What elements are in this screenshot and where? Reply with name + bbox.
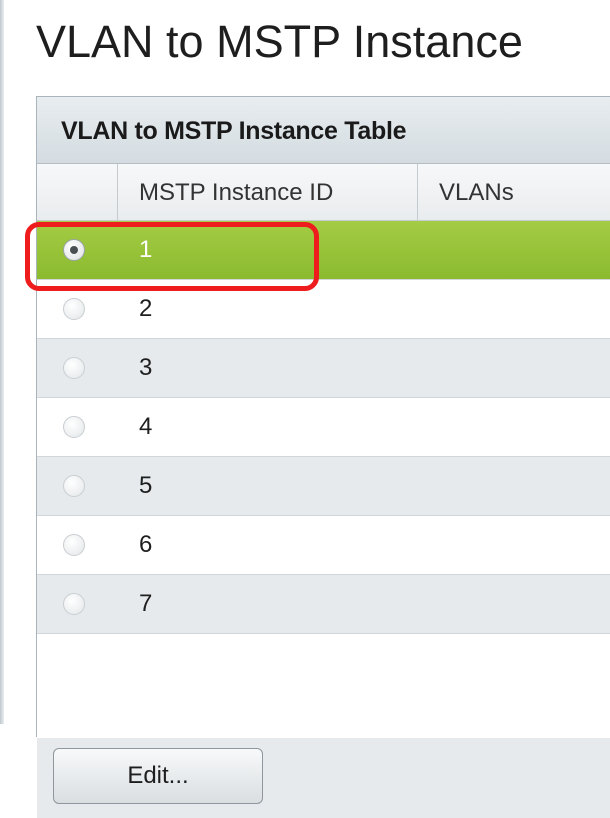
row-radio-button[interactable] bbox=[63, 239, 85, 261]
table-row[interactable]: 7 bbox=[37, 575, 610, 634]
table-row[interactable]: 2 bbox=[37, 280, 610, 339]
column-header-vlans: VLANs bbox=[439, 179, 514, 206]
column-separator bbox=[417, 164, 418, 220]
page-frame: VLAN to MSTP Instance VLAN to MSTP Insta… bbox=[0, 0, 610, 818]
vlan-mstp-table: VLAN to MSTP Instance Table MSTP Instanc… bbox=[36, 96, 610, 818]
table-body: 1 2 3 4 5 6 7 bbox=[37, 221, 610, 634]
row-instance-id: 3 bbox=[139, 354, 153, 381]
row-radio-button[interactable] bbox=[63, 534, 85, 556]
table-caption-bar: VLAN to MSTP Instance Table bbox=[37, 97, 610, 164]
row-radio-button[interactable] bbox=[63, 298, 85, 320]
row-instance-id: 1 bbox=[139, 236, 153, 263]
column-header-row: MSTP Instance ID VLANs bbox=[37, 164, 610, 221]
edit-button[interactable]: Edit... bbox=[53, 748, 263, 804]
row-instance-id: 2 bbox=[139, 295, 153, 322]
radio-selected-dot bbox=[70, 246, 78, 254]
row-radio-button[interactable] bbox=[63, 593, 85, 615]
row-instance-id: 6 bbox=[139, 531, 153, 558]
row-radio-button[interactable] bbox=[63, 475, 85, 497]
column-separator bbox=[117, 164, 118, 220]
row-instance-id: 7 bbox=[139, 590, 153, 617]
row-radio-button[interactable] bbox=[63, 416, 85, 438]
column-header-instance-id: MSTP Instance ID bbox=[139, 179, 334, 206]
table-row[interactable]: 1 bbox=[37, 221, 610, 280]
row-instance-id: 5 bbox=[139, 472, 153, 499]
window-edge bbox=[0, 0, 4, 724]
table-row[interactable]: 5 bbox=[37, 457, 610, 516]
table-caption: VLAN to MSTP Instance Table bbox=[61, 117, 407, 145]
row-radio-button[interactable] bbox=[63, 357, 85, 379]
table-row[interactable]: 3 bbox=[37, 339, 610, 398]
row-instance-id: 4 bbox=[139, 413, 153, 440]
table-row[interactable]: 4 bbox=[37, 398, 610, 457]
page-title: VLAN to MSTP Instance bbox=[36, 16, 523, 67]
table-footer: Edit... bbox=[37, 738, 610, 818]
table-row[interactable]: 6 bbox=[37, 516, 610, 575]
